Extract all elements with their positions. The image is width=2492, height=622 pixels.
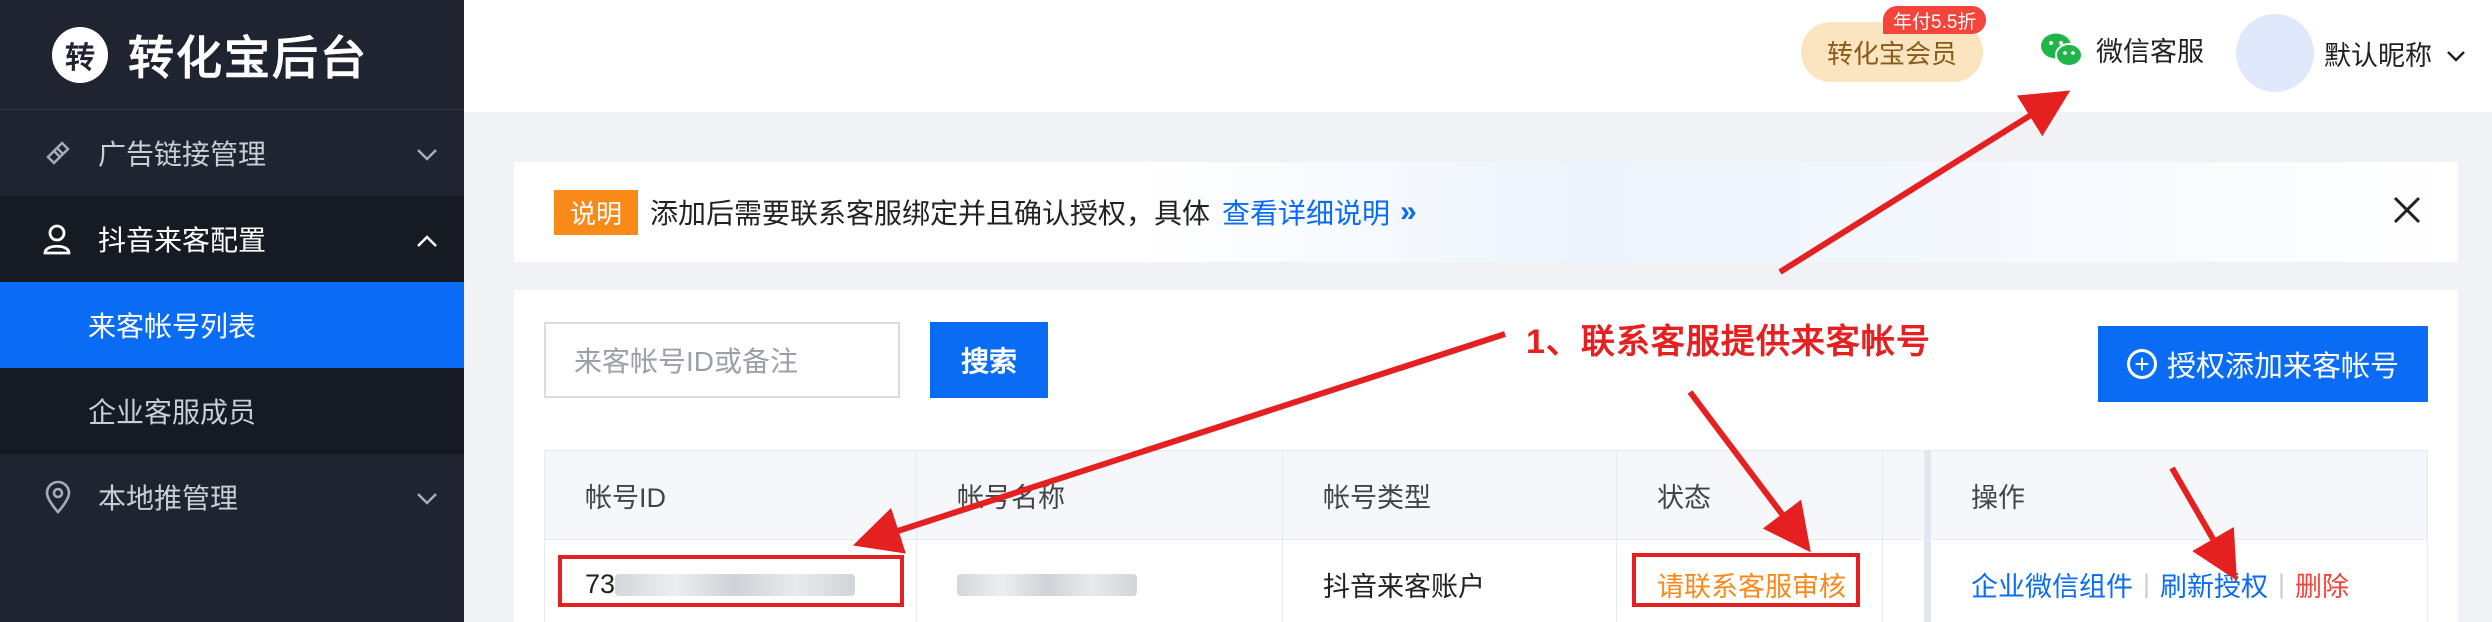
delete-link[interactable]: 删除 [2295,565,2349,604]
user-icon [40,221,76,257]
wechat-service-label: 微信客服 [2096,37,2204,67]
wechat-service-button[interactable]: 微信客服 [2040,30,2204,69]
brand-logo: 转 [52,26,108,83]
sidebar-subitem-service-members[interactable]: 企业客服成员 [0,368,464,454]
notice-detail-link[interactable]: 查看详细说明 [1222,192,1390,232]
refresh-auth-link[interactable]: 刷新授权 [2160,565,2268,604]
table-header: 帐号ID 帐号名称 帐号类型 状态 操作 [544,450,2428,540]
notice-text: 添加后需要联系客服绑定并且确认授权，具体 [650,198,1211,229]
chevron-down-icon [416,481,438,513]
vip-discount-badge: 年付5.5折 [1883,6,1987,34]
close-icon[interactable] [2392,192,2422,232]
column-header: 操作 [1925,451,2427,539]
notice-tag: 说明 [554,189,639,235]
column-header: 帐号类型 [1283,451,1617,539]
sidebar-item-douyin-config[interactable]: 抖音来客配置 [0,196,464,282]
actions-cell: 企业微信组件 | 刷新授权 | 删除 [1925,540,2427,622]
chevron-up-icon [416,223,438,255]
column-header: 帐号ID [545,451,917,539]
chevron-down-icon [2446,38,2466,69]
location-icon [40,479,76,515]
search-input[interactable]: 来客帐号ID或备注 [544,322,900,398]
add-account-button[interactable]: + 授权添加来客帐号 [2098,326,2428,402]
sidebar-item-label: 本地推管理 [98,483,239,514]
plus-circle-icon: + [2126,349,2157,379]
column-header: 帐号名称 [917,451,1283,539]
brand-title: 转化宝后台 [128,31,368,84]
search-button[interactable]: 搜索 [930,322,1048,398]
annotation-box-account-id [558,555,904,607]
wechat-icon [2041,33,2083,67]
link-icon [40,135,76,171]
redacted-name [957,573,1137,596]
annotation-box-status [1632,553,1860,607]
sidebar-item-label: 广告链接管理 [98,139,267,170]
sidebar-subitem-account-list[interactable]: 来客帐号列表 [0,282,464,368]
column-header: 状态 [1617,451,1883,539]
column-spacer [1883,451,1925,539]
add-account-label: 授权添加来客帐号 [2166,351,2399,383]
wecom-widget-link[interactable]: 企业微信组件 [1971,565,2133,604]
top-header: 转化宝会员 年付5.5折 微信客服 默认昵称 [464,0,2492,112]
account-type-cell: 抖音来客账户 [1283,540,1617,622]
sidebar: 转 转化宝后台 广告链接管理 抖音来客配置 来客帐号列表 企业客服成员 本地推管… [0,0,464,622]
annotation-text: 1、联系客服提供来客帐号 [1526,323,1931,361]
sidebar-item-label: 抖音来客配置 [98,225,267,256]
brand[interactable]: 转 转化宝后台 [0,0,464,110]
sidebar-item-local-promo[interactable]: 本地推管理 [0,454,464,540]
chevron-down-icon [416,137,438,169]
separator: | [2278,569,2286,599]
account-name-cell [917,540,1283,622]
column-spacer [1883,540,1925,622]
nickname: 默认昵称 [2324,41,2432,71]
separator: | [2143,569,2151,599]
sidebar-item-ad-links[interactable]: 广告链接管理 [0,110,464,196]
notice-bar: 说明 添加后需要联系客服绑定并且确认授权，具体 查看详细说明 » [514,162,2458,262]
double-chevron-right-icon[interactable]: » [1400,195,1417,229]
avatar[interactable] [2236,14,2314,92]
user-menu[interactable]: 默认昵称 [2324,34,2466,73]
